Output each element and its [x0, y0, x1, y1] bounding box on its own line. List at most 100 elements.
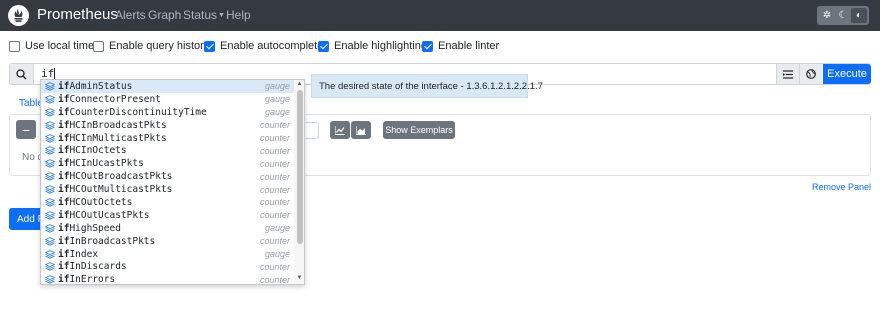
autocomplete-item-rest: HCInUcastPkts — [69, 158, 144, 170]
autocomplete-item[interactable]: ifIndex gauge — [41, 248, 294, 261]
autocomplete-item[interactable]: ifInErrors counter — [41, 273, 294, 285]
metric-type: counter — [259, 120, 290, 131]
metric-type: counter — [259, 261, 290, 272]
contrast-icon[interactable]: ◐ — [851, 8, 867, 23]
autocomplete-match: if — [58, 196, 70, 208]
metric-type: gauge — [264, 223, 290, 234]
autocomplete-item-rest: AdminStatus — [69, 80, 133, 92]
option-highlighting[interactable]: Enable highlighting — [318, 40, 427, 52]
autocomplete-item[interactable]: ifHCOutOctets counter — [41, 196, 294, 209]
metric-icon — [42, 223, 57, 233]
metric-icon — [42, 82, 57, 91]
option-use-local-time[interactable]: Use local time — [9, 40, 94, 52]
scroll-up-icon[interactable]: ▲ — [295, 81, 304, 87]
autocomplete-item-rest: Index — [69, 248, 99, 260]
autocomplete-item[interactable]: ifHCOutUcastPkts counter — [41, 209, 294, 222]
metric-type: counter — [259, 236, 290, 247]
caret-down-icon: ▼ — [218, 12, 225, 20]
autocomplete-item-rest: ConnectorPresent — [69, 93, 161, 105]
autocomplete-item-label: ifIndex — [58, 249, 98, 260]
metric-type: counter — [259, 133, 290, 143]
autocomplete-item-label: ifAdminStatus — [58, 81, 132, 92]
metric-icon — [42, 249, 57, 259]
autocomplete-item[interactable]: ifHCInOctets counter — [41, 144, 294, 157]
execute-button[interactable]: Execute — [823, 64, 871, 84]
autocomplete-item-rest: InErrors — [69, 274, 116, 285]
metric-icon — [42, 146, 57, 156]
autocomplete-item-rest: HCOutUcastPkts — [69, 209, 150, 221]
option-query-history[interactable]: Enable query history — [93, 40, 209, 52]
metric-type: gauge — [264, 107, 290, 118]
autocomplete-item-rest: HCInOctets — [69, 145, 127, 157]
metric-type: gauge — [264, 81, 290, 92]
search-icon — [10, 64, 34, 84]
autocomplete-match: if — [58, 145, 70, 157]
autocomplete-item-label: ifInBroadcastPkts — [58, 236, 155, 247]
metric-type: counter — [259, 197, 290, 208]
metric-icon — [42, 262, 57, 272]
autocomplete-match: if — [58, 106, 70, 118]
nav-alerts[interactable]: Alerts — [115, 8, 146, 22]
autocomplete-checkbox[interactable] — [204, 40, 215, 52]
autocomplete-item[interactable]: ifHCInBroadcastPkts counter — [41, 119, 294, 132]
option-linter[interactable]: Enable linter — [422, 40, 499, 52]
autocomplete-item-label: ifInDiscards — [58, 261, 127, 272]
prometheus-logo-icon[interactable] — [8, 5, 29, 26]
brand-title[interactable]: Prometheus — [37, 6, 118, 23]
autocomplete-match: if — [58, 222, 70, 234]
autocomplete-item[interactable]: ifConnectorPresent gauge — [41, 93, 294, 106]
linter-checkbox[interactable] — [422, 40, 433, 52]
autocomplete-item-label: ifHCOutUcastPkts — [58, 210, 150, 221]
show-exemplars-button[interactable]: Show Exemplars — [383, 121, 455, 139]
scrollbar[interactable]: ▲ ▼ — [294, 80, 304, 284]
metrics-explorer-icon[interactable] — [799, 64, 822, 84]
use-local-time-checkbox[interactable] — [9, 40, 20, 52]
autocomplete-match: if — [58, 209, 70, 221]
query-history-checkbox[interactable] — [93, 40, 104, 52]
autocomplete-item[interactable]: ifHCInUcastPkts counter — [41, 157, 294, 170]
metric-icon — [42, 172, 57, 181]
autocomplete-dropdown: ifAdminStatus gauge ifConnectorPresent gaug… — [40, 79, 305, 285]
moon-icon[interactable]: ☾ — [835, 8, 851, 23]
autocomplete-item[interactable]: ifHCOutBroadcastPkts counter — [41, 170, 294, 183]
nav-help[interactable]: Help — [226, 8, 251, 22]
autocomplete-item[interactable]: ifHCInMulticastPkts counter — [41, 132, 294, 145]
autocomplete-item[interactable]: ifInDiscards counter — [41, 260, 294, 273]
line-chart-icon[interactable] — [330, 121, 350, 139]
autocomplete-item[interactable]: ifInBroadcastPkts counter — [41, 235, 294, 248]
nav-graph[interactable]: Graph — [148, 8, 181, 22]
range-minus-button[interactable]: − — [16, 120, 36, 139]
autocomplete-match: if — [58, 248, 70, 260]
stacked-chart-icon[interactable] — [351, 121, 371, 139]
autocomplete-match: if — [58, 158, 70, 170]
remove-panel-link[interactable]: Remove Panel — [812, 182, 871, 192]
autocomplete-item[interactable]: ifAdminStatus gauge — [41, 80, 294, 93]
sun-icon[interactable]: ✲ — [819, 8, 835, 23]
autocomplete-item-label: ifHCOutOctets — [58, 197, 132, 208]
autocomplete-match: if — [58, 261, 70, 273]
autocomplete-item[interactable]: ifHighSpeed gauge — [41, 222, 294, 235]
scroll-down-icon[interactable]: ▼ — [295, 275, 304, 281]
metric-type: gauge — [264, 94, 290, 105]
highlighting-checkbox[interactable] — [318, 40, 329, 52]
autocomplete-item-label: ifHCInBroadcastPkts — [58, 120, 167, 131]
format-expression-icon[interactable] — [776, 64, 799, 84]
metric-icon — [42, 185, 57, 194]
scrollbar-thumb[interactable] — [297, 90, 303, 244]
metric-icon — [42, 210, 57, 220]
autocomplete-item-rest: CounterDiscontinuityTime — [69, 106, 207, 118]
autocomplete-item-rest: HCOutOctets — [69, 196, 133, 208]
autocomplete-item-label: ifHCOutBroadcastPkts — [58, 171, 172, 182]
navbar: Prometheus Alerts Graph Status▼ Help ✲ ☾… — [0, 0, 880, 31]
autocomplete-match: if — [58, 93, 70, 105]
autocomplete-item-label: ifHCInUcastPkts — [58, 158, 144, 169]
option-label: Use local time — [25, 40, 95, 52]
metric-icon — [42, 159, 57, 168]
metric-icon — [42, 107, 57, 117]
autocomplete-item-label: ifHCInMulticastPkts — [58, 133, 167, 144]
option-autocomplete[interactable]: Enable autocomplete — [204, 40, 323, 52]
nav-status[interactable]: Status▼ — [183, 8, 225, 22]
autocomplete-item[interactable]: ifHCOutMulticastPkts counter — [41, 183, 294, 196]
autocomplete-item-label: ifHCOutMulticastPkts — [58, 184, 172, 195]
autocomplete-item[interactable]: ifCounterDiscontinuityTime gauge — [41, 106, 294, 119]
